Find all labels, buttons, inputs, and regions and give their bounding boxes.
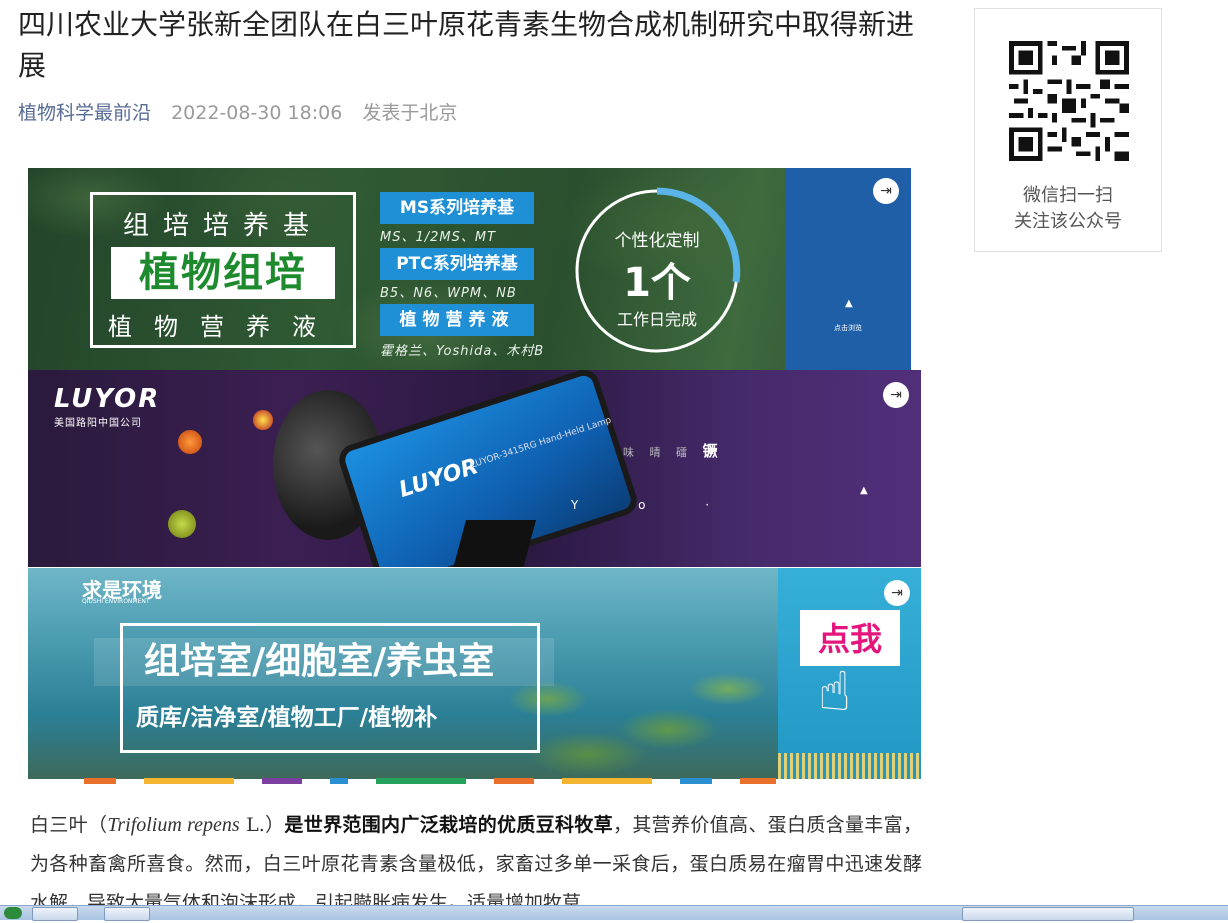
article-title: 四川农业大学张新全团队在白三叶原花青素生物合成机制研究中取得新进展	[18, 8, 915, 82]
custom-badge: 个性化定制 1个 工作日完成	[568, 182, 746, 360]
start-button[interactable]	[4, 907, 22, 919]
para-bold: 是世界范围内广泛栽培的优质豆科牧草	[284, 814, 614, 836]
cursor-icon: ▲	[845, 298, 853, 309]
badge-bottom-text: 工作日完成	[616, 310, 697, 329]
badge-top-text: 个性化定制	[614, 231, 700, 251]
pill-ptc-sub: B5、N6、WPM、NB	[380, 286, 517, 301]
ad-banner-luyor[interactable]: LUYOR 美国路阳中国公司 LUYOR LUYOR-3415RG Hand-H…	[28, 370, 921, 567]
banner2-chars-bold: 镢	[702, 442, 724, 460]
strip-segment	[494, 778, 534, 784]
strip-segment	[740, 778, 776, 784]
banner2-chars: 味 晴 礌 镢	[623, 440, 724, 461]
publish-time: 2022-08-30 18:06	[171, 102, 343, 124]
pill-ms-series: MS系列培养基	[380, 192, 534, 224]
species-author: L.）	[239, 814, 285, 836]
orb-orange	[178, 430, 202, 454]
strip-segment	[144, 778, 234, 784]
pill-ms-sub: MS、1/2MS、MT	[380, 230, 497, 245]
luyor-logo-sub: 美国路阳中国公司	[54, 418, 142, 429]
account-name-link[interactable]: 植物科学最前沿	[18, 102, 151, 124]
strip-segment	[84, 778, 116, 784]
ad-banner-qiushi[interactable]: 求是环境 QIUSHI ENVIRONMENT 组培室/细胞室/养虫室 质库/洁…	[28, 568, 921, 779]
species-name: Trifolium repens	[107, 814, 240, 836]
banner1-line1: 组培培养基	[122, 211, 323, 241]
enter-icon[interactable]: ⇥	[883, 382, 909, 408]
qr-caption-follow: 关注该公众号	[1014, 211, 1122, 232]
strip-segment	[680, 778, 712, 784]
color-strip	[84, 778, 864, 784]
pill-nutrient-sub: 霍格兰、Yoshida、木村B	[380, 344, 545, 359]
pointer-hand-icon: ☝	[818, 660, 851, 723]
ad-banner-tissue-culture[interactable]: 组培培养基 植物组培 植物营养液 MS系列培养基 MS、1/2MS、MT PTC…	[28, 168, 911, 370]
luyor-logo: LUYOR	[54, 384, 161, 414]
qr-caption-scan: 微信扫一扫	[1023, 185, 1113, 206]
qiushi-logo-sub: QIUSHI ENVIRONMENT	[82, 598, 150, 605]
banner3-subline: 质库/洁净室/植物工厂/植物补	[136, 705, 438, 731]
publish-location: 发表于北京	[362, 102, 458, 124]
banner1-highlight: 植物组培	[111, 247, 335, 299]
enter-icon[interactable]: ⇥	[884, 580, 910, 606]
audio-bars	[778, 753, 921, 779]
strip-segment	[262, 778, 302, 784]
enter-icon[interactable]: ⇥	[873, 178, 899, 204]
article-meta: 植物科学最前沿 2022-08-30 18:06 发表于北京	[18, 98, 457, 125]
banner3-headline: 组培室/细胞室/养虫室	[94, 638, 554, 686]
banner1-line3: 植物营养液	[108, 313, 338, 341]
click-me-button[interactable]: 点我	[800, 610, 900, 666]
banner1-side-panel[interactable]: ⇥ ▲ 点击浏览	[785, 168, 911, 370]
banner1-side-caption: 点击浏览	[834, 324, 862, 332]
orb-yellow	[253, 410, 273, 430]
orb-green	[168, 510, 196, 538]
banner2-letters: Y o ·	[571, 498, 738, 512]
pill-nutrient: 植物营养液	[380, 304, 534, 336]
banner1-title-box: 组培培养基 植物组培 植物营养液	[90, 192, 356, 348]
pill-ptc-series: PTC系列培养基	[380, 248, 534, 280]
para-start: 白三叶（	[30, 814, 108, 836]
qr-code-icon	[1009, 41, 1129, 161]
banner3-side-panel[interactable]: ⇥ 点我 ☝	[778, 568, 921, 779]
os-taskbar	[0, 905, 1228, 921]
strip-segment	[376, 778, 466, 784]
qr-card: 微信扫一扫 关注该公众号	[974, 8, 1162, 252]
cursor-icon: ▲	[860, 485, 868, 496]
strip-segment	[562, 778, 652, 784]
strip-segment	[330, 778, 348, 784]
click-me-label: 点我	[817, 620, 882, 658]
badge-number: 1个	[623, 260, 691, 306]
banner2-chars-faint: 味 晴 礌	[623, 446, 693, 459]
